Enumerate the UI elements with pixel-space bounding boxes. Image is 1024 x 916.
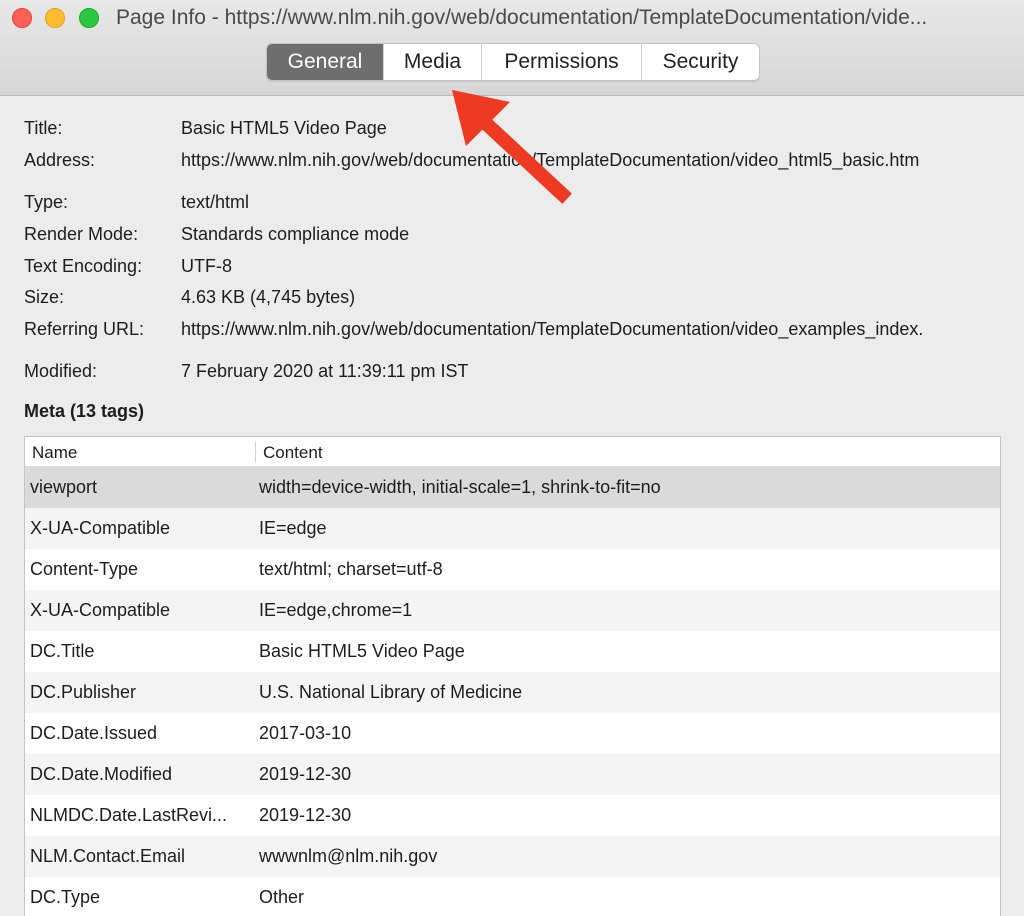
table-row[interactable]: DC.Date.Issued 2017-03-10: [25, 713, 1000, 754]
table-row[interactable]: DC.Date.Modified 2019-12-30: [25, 754, 1000, 795]
table-row[interactable]: DC.Title Basic HTML5 Video Page: [25, 631, 1000, 672]
tab-media[interactable]: Media: [384, 44, 482, 80]
meta-name-cell: DC.Publisher: [30, 682, 137, 702]
table-row[interactable]: Content-Type text/html; charset=utf-8: [25, 549, 1000, 590]
meta-content-cell: wwwnlm@nlm.nih.gov: [259, 846, 438, 866]
meta-content-cell: U.S. National Library of Medicine: [259, 682, 523, 702]
meta-content-cell: Other: [259, 887, 305, 907]
table-row[interactable]: NLMDC.Date.LastRevi... 2019-12-30: [25, 795, 1000, 836]
title-value: Basic HTML5 Video Page: [181, 118, 387, 138]
modified-value: 7 February 2020 at 11:39:11 pm IST: [181, 361, 469, 381]
table-row[interactable]: DC.Publisher U.S. National Library of Me…: [25, 672, 1000, 713]
tab-general[interactable]: General: [267, 44, 384, 80]
meta-name-cell: DC.Type: [30, 887, 101, 907]
tab-bar: General Media Permissions Security: [266, 43, 760, 81]
meta-name-cell: DC.Title: [30, 641, 95, 661]
meta-table[interactable]: Name Content viewport width=device-width…: [24, 436, 1001, 916]
referring-url-label: Referring URL:: [24, 319, 145, 339]
tab-security[interactable]: Security: [642, 44, 759, 80]
meta-content-cell: 2017-03-10: [259, 723, 352, 743]
meta-name-cell: NLM.Contact.Email: [30, 846, 186, 866]
type-value: text/html: [181, 192, 250, 212]
modified-label: Modified:: [24, 361, 98, 381]
column-divider[interactable]: [255, 442, 256, 462]
meta-content-cell: width=device-width, initial-scale=1, shr…: [259, 477, 661, 497]
address-label: Address:: [24, 150, 96, 170]
meta-name-cell: Content-Type: [30, 559, 139, 579]
table-row[interactable]: X-UA-Compatible IE=edge,chrome=1: [25, 590, 1000, 631]
size-label: Size:: [24, 287, 65, 307]
meta-name-cell: X-UA-Compatible: [30, 518, 171, 538]
meta-name-cell: X-UA-Compatible: [30, 600, 171, 620]
address-value: https://www.nlm.nih.gov/web/documentatio…: [181, 150, 920, 170]
table-row[interactable]: X-UA-Compatible IE=edge: [25, 508, 1000, 549]
tab-permissions[interactable]: Permissions: [482, 44, 642, 80]
meta-heading: Meta (13 tags): [24, 401, 145, 421]
meta-content-cell: IE=edge: [259, 518, 327, 538]
window-titlebar: Page Info - https://www.nlm.nih.gov/web/…: [0, 0, 1024, 96]
table-row[interactable]: viewport width=device-width, initial-sca…: [25, 467, 1000, 508]
column-header-content[interactable]: Content: [263, 443, 323, 463]
close-window-button[interactable]: [12, 8, 32, 28]
type-label: Type:: [24, 192, 69, 212]
referring-url-value: https://www.nlm.nih.gov/web/documentatio…: [181, 319, 924, 339]
meta-name-cell: NLMDC.Date.LastRevi...: [30, 805, 228, 825]
meta-name-cell: DC.Date.Issued: [30, 723, 158, 743]
minimize-window-button[interactable]: [45, 8, 65, 28]
meta-content-cell: Basic HTML5 Video Page: [259, 641, 465, 661]
meta-content-cell: 2019-12-30: [259, 805, 352, 825]
render-mode-value: Standards compliance mode: [181, 224, 410, 244]
meta-name-cell: viewport: [30, 477, 98, 497]
text-encoding-label: Text Encoding:: [24, 256, 143, 276]
table-row[interactable]: NLM.Contact.Email wwwnlm@nlm.nih.gov: [25, 836, 1000, 877]
render-mode-label: Render Mode:: [24, 224, 139, 244]
meta-table-header: Name Content: [25, 437, 1000, 467]
size-value: 4.63 KB (4,745 bytes): [181, 287, 356, 307]
meta-name-cell: DC.Date.Modified: [30, 764, 173, 784]
zoom-window-button[interactable]: [79, 8, 99, 28]
text-encoding-value: UTF-8: [181, 256, 232, 276]
title-label: Title:: [24, 118, 63, 138]
meta-content-cell: text/html; charset=utf-8: [259, 559, 443, 579]
meta-content-cell: IE=edge,chrome=1: [259, 600, 413, 620]
window-title: Page Info - https://www.nlm.nih.gov/web/…: [116, 6, 928, 29]
annotation-arrow-icon: [452, 90, 572, 204]
column-header-name[interactable]: Name: [32, 443, 77, 463]
table-row[interactable]: DC.Type Other: [25, 877, 1000, 916]
meta-content-cell: 2019-12-30: [259, 764, 352, 784]
